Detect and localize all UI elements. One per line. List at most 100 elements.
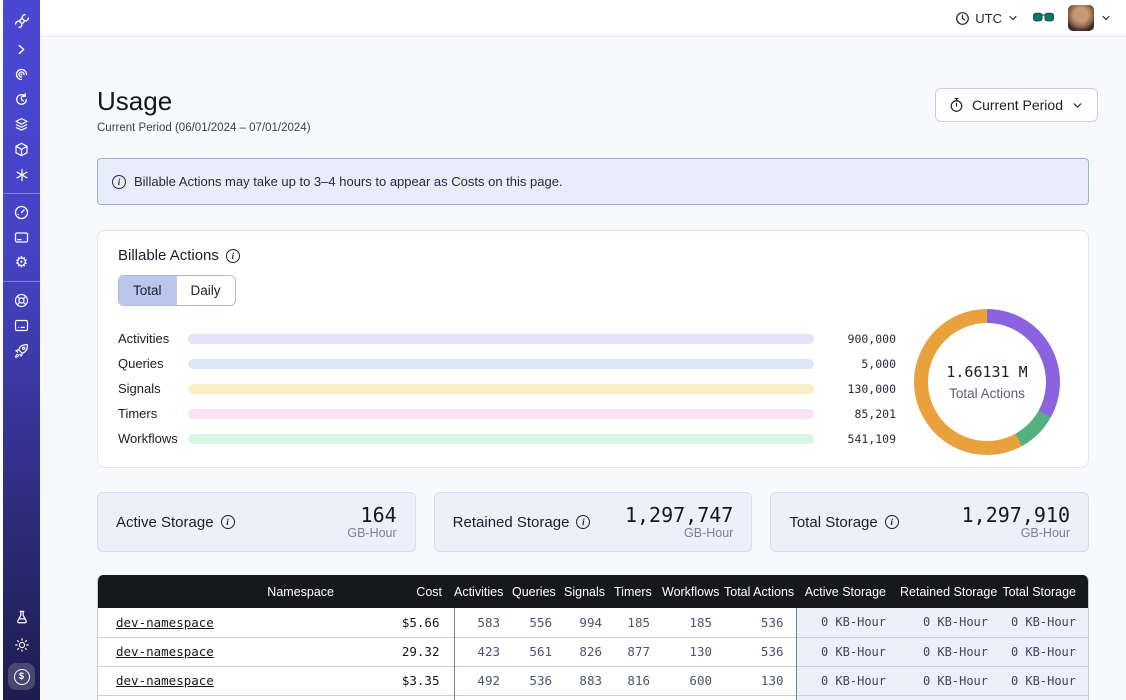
bar-label: Timers bbox=[118, 406, 188, 421]
chevron-right-icon[interactable] bbox=[6, 37, 37, 62]
storage-card: Retained Storage i 1,297,747 GB-Hour bbox=[434, 492, 753, 552]
tab-daily[interactable]: Daily bbox=[176, 276, 235, 305]
bar-track bbox=[188, 334, 814, 344]
temporal-logo-icon[interactable] bbox=[6, 8, 37, 33]
bar-value: 130,000 bbox=[824, 382, 896, 396]
info-banner: i Billable Actions may take up to 3–4 ho… bbox=[97, 158, 1089, 205]
glasses-icon[interactable] bbox=[1033, 12, 1054, 25]
billing-card-icon[interactable] bbox=[6, 225, 37, 250]
bar-label: Activities bbox=[118, 331, 188, 346]
storage-card-unit: GB-Hour bbox=[625, 526, 733, 540]
donut-total-label: Total Actions bbox=[949, 386, 1025, 401]
sidebar-divider bbox=[3, 193, 40, 194]
info-icon[interactable]: i bbox=[221, 515, 235, 529]
billable-actions-title: Billable Actions i bbox=[118, 247, 240, 264]
main-content: Usage Current Period (06/01/2024 – 07/01… bbox=[40, 38, 1126, 700]
table-column-header[interactable]: Signals bbox=[564, 575, 614, 608]
dollar-coin-glyph: $ bbox=[14, 669, 30, 685]
table-column-header[interactable]: Retained Storage bbox=[900, 575, 1002, 608]
total-storage-cell: 0 KB-Hour bbox=[1002, 666, 1089, 695]
timezone-label: UTC bbox=[975, 11, 1002, 26]
bar-row: Activities 900,000 bbox=[118, 326, 896, 351]
table-column-header[interactable]: Timers bbox=[614, 575, 662, 608]
chevron-down-icon bbox=[1071, 99, 1084, 112]
retained-storage-cell: 0 KB-Hour bbox=[900, 666, 1002, 695]
storage-card-unit: GB-Hour bbox=[347, 526, 396, 540]
storage-card-value: 1,297,910 bbox=[962, 504, 1070, 526]
timers-cell: 185 bbox=[614, 608, 662, 637]
timezone-selector[interactable]: UTC bbox=[955, 11, 1019, 26]
bar-label: Signals bbox=[118, 381, 188, 396]
clock-icon bbox=[955, 11, 970, 26]
bar-track bbox=[188, 434, 814, 444]
workflows-cell: 130 bbox=[662, 637, 724, 666]
table-column-header[interactable]: Cost bbox=[348, 575, 454, 608]
bar-track bbox=[188, 359, 814, 369]
usage-dollar-icon[interactable]: $ bbox=[8, 663, 35, 690]
lifebuoy-icon[interactable] bbox=[6, 288, 37, 313]
storage-card-label: Total Storage i bbox=[789, 514, 898, 531]
bar-row: Signals 130,000 bbox=[118, 376, 896, 401]
user-menu[interactable] bbox=[1068, 5, 1112, 31]
storage-card: Active Storage i 164 GB-Hour bbox=[97, 492, 416, 552]
active-storage-cell: 0 KB-Hour bbox=[796, 666, 900, 695]
bar-row: Timers 85,201 bbox=[118, 401, 896, 426]
info-icon[interactable]: i bbox=[226, 249, 240, 263]
namespace-link[interactable]: dev-namespace bbox=[116, 615, 214, 630]
activities-cell: 423 bbox=[454, 637, 512, 666]
table-column-header[interactable]: Queries bbox=[512, 575, 564, 608]
table-row-partial bbox=[98, 695, 1089, 700]
signals-cell: 826 bbox=[564, 637, 614, 666]
bar-row: Queries 5,000 bbox=[118, 351, 896, 376]
cost-cell: $5.66 bbox=[348, 608, 454, 637]
current-period-button[interactable]: Current Period bbox=[935, 88, 1098, 122]
bar-track bbox=[188, 384, 814, 394]
asterisk-icon[interactable] bbox=[6, 162, 37, 187]
bar-value: 5,000 bbox=[824, 357, 896, 371]
banner-text: Billable Actions may take up to 3–4 hour… bbox=[134, 174, 563, 189]
billable-actions-card: Billable Actions i Total Daily Activitie… bbox=[97, 230, 1089, 468]
retained-storage-cell: 0 KB-Hour bbox=[900, 637, 1002, 666]
bar-label: Workflows bbox=[118, 431, 188, 446]
gauge-icon[interactable] bbox=[6, 200, 37, 225]
info-icon: i bbox=[112, 175, 126, 189]
namespace-spiral-icon[interactable] bbox=[6, 62, 37, 87]
namespace-link[interactable]: dev-namespace bbox=[116, 673, 214, 688]
donut-center: 1.66131 M Total Actions bbox=[914, 309, 1060, 455]
info-icon[interactable]: i bbox=[576, 515, 590, 529]
stopwatch-icon bbox=[949, 97, 964, 113]
sun-icon[interactable] bbox=[6, 632, 37, 657]
tab-total[interactable]: Total bbox=[119, 276, 176, 305]
table-column-header[interactable]: Total Actions bbox=[724, 575, 796, 608]
storage-card-label: Retained Storage i bbox=[453, 514, 591, 531]
topbar: UTC bbox=[40, 0, 1126, 37]
layers-icon[interactable] bbox=[6, 112, 37, 137]
terminal-icon[interactable] bbox=[6, 313, 37, 338]
timers-cell: 877 bbox=[614, 637, 662, 666]
page-title: Usage bbox=[97, 86, 172, 117]
table-header-row: NamespaceCostActivitiesQueriesSignalsTim… bbox=[98, 575, 1089, 608]
table-row: dev-namespace $3.35 492 536 883 816 600 … bbox=[98, 666, 1089, 695]
cube-icon[interactable] bbox=[6, 137, 37, 162]
active-storage-cell: 0 KB-Hour bbox=[796, 637, 900, 666]
rocket-icon[interactable] bbox=[6, 338, 37, 363]
signals-cell: 994 bbox=[564, 608, 614, 637]
flask-icon[interactable] bbox=[6, 604, 37, 629]
table-column-header[interactable]: Workflows bbox=[662, 575, 724, 608]
gear-icon[interactable]: ⚙ bbox=[6, 250, 37, 275]
table-row: dev-namespace 29.32 423 561 826 877 130 … bbox=[98, 637, 1089, 666]
total-actions-cell: 536 bbox=[724, 608, 796, 637]
total-storage-cell: 0 KB-Hour bbox=[1002, 637, 1089, 666]
bar-row: Workflows 541,109 bbox=[118, 426, 896, 451]
info-icon[interactable]: i bbox=[885, 515, 899, 529]
table-column-header[interactable]: Active Storage bbox=[796, 575, 900, 608]
cost-cell: $3.35 bbox=[348, 666, 454, 695]
queries-cell: 561 bbox=[512, 637, 564, 666]
table-column-header[interactable]: Total Storage bbox=[1002, 575, 1089, 608]
table-column-header[interactable]: Namespace bbox=[98, 575, 348, 608]
namespace-link[interactable]: dev-namespace bbox=[116, 644, 214, 659]
schedules-clock-icon[interactable] bbox=[6, 87, 37, 112]
total-actions-cell: 130 bbox=[724, 666, 796, 695]
table-column-header[interactable]: Activities bbox=[454, 575, 512, 608]
signals-cell: 883 bbox=[564, 666, 614, 695]
